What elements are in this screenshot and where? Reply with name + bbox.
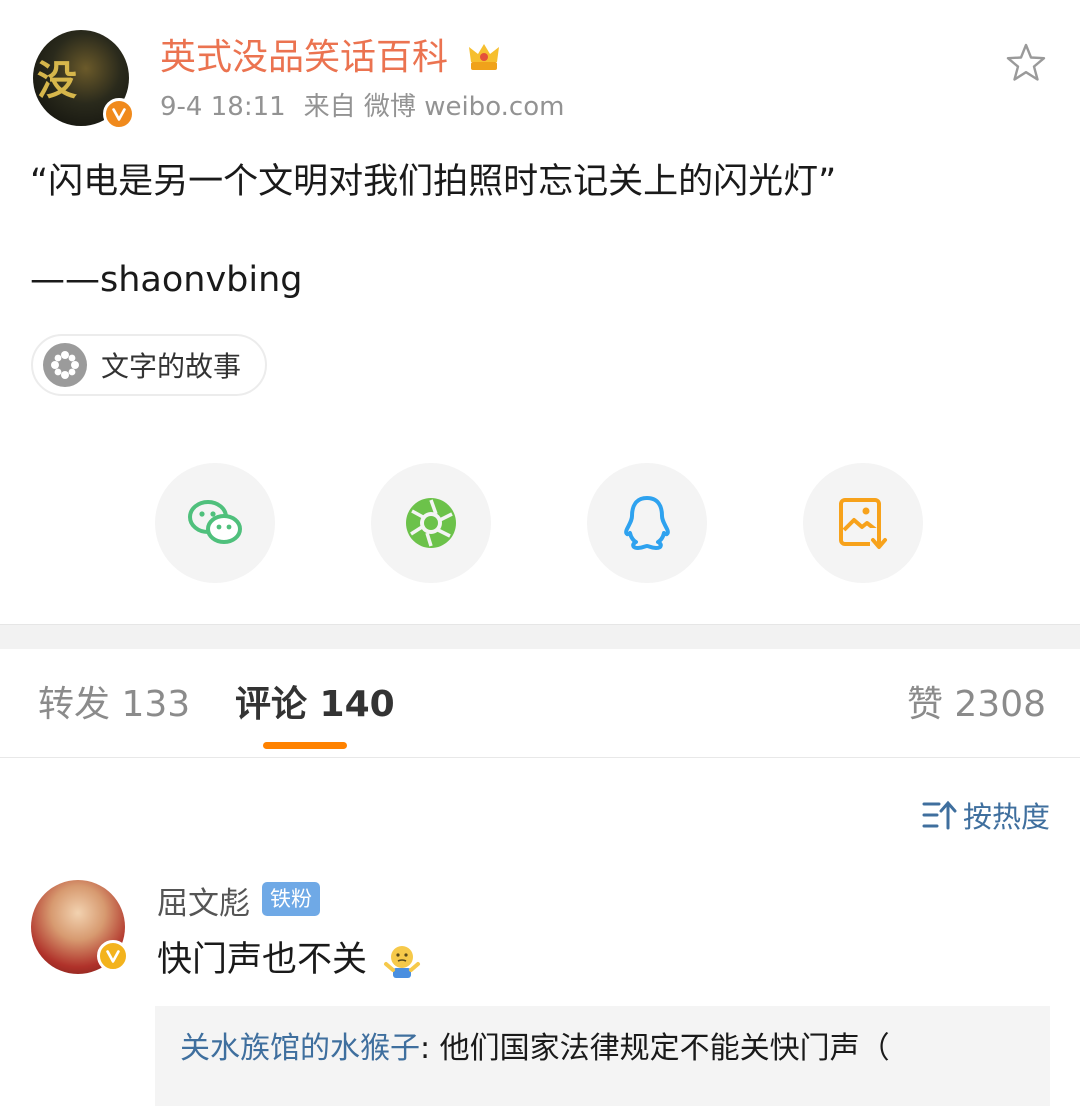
share-qq-button[interactable] — [587, 463, 707, 583]
crown-icon — [469, 44, 499, 70]
tabs-divider — [0, 757, 1080, 758]
tab-repost[interactable]: 转发 133 — [38, 683, 190, 727]
post-timestamp: 9-4 18:11 — [160, 92, 286, 122]
post-text-attribution: ——shaonvbing — [30, 260, 303, 300]
tab-comments[interactable]: 评论 140 — [235, 683, 395, 727]
commenter-name[interactable]: 屈文彪 — [157, 884, 250, 924]
author-avatar[interactable]: 没 — [33, 30, 135, 130]
shrug-emoji-icon — [384, 946, 420, 978]
fan-badge: 铁粉 — [262, 882, 320, 916]
section-divider — [0, 624, 1080, 649]
reply-username[interactable]: 关水族馆的水猴子 — [180, 1031, 420, 1066]
save-image-button[interactable] — [803, 463, 923, 583]
reply-preview: 关水族馆的水猴子: 他们国家法律规定不能关快门声（ — [180, 1029, 890, 1069]
moments-icon — [406, 498, 456, 548]
tab-likes[interactable]: 赞 2308 — [907, 683, 1046, 727]
share-moments-button[interactable] — [371, 463, 491, 583]
author-name[interactable]: 英式没品笑话百科 — [160, 38, 448, 78]
sort-label: 按热度 — [962, 800, 1050, 834]
verified-badge-icon — [97, 940, 129, 972]
sort-by-hot-button[interactable]: 按热度 — [921, 794, 1050, 836]
topic-label: 文字的故事 — [101, 350, 242, 383]
save-image-icon — [839, 498, 888, 550]
reply-text: : 他们国家法律规定不能关快门声（ — [420, 1031, 890, 1066]
post-text-line: “闪电是另一个文明对我们拍照时忘记关上的闪光灯” — [30, 162, 837, 202]
comment-text: 快门声也不关 — [157, 940, 368, 980]
verified-badge-icon — [103, 98, 135, 130]
qq-icon — [624, 496, 670, 550]
post-source: 来自 微博 weibo.com — [303, 92, 565, 122]
commenter-avatar[interactable] — [31, 880, 129, 974]
post-meta: 9-4 18:11 来自 微博 weibo.com — [160, 92, 582, 122]
active-tab-indicator — [263, 742, 347, 749]
favorite-star-icon[interactable] — [1005, 42, 1047, 84]
wechat-icon — [188, 500, 242, 544]
share-wechat-button[interactable] — [155, 463, 275, 583]
avatar-glyph: 没 — [37, 57, 77, 104]
topic-chip[interactable]: 文字的故事 — [31, 334, 268, 396]
sort-icon — [922, 800, 957, 830]
topic-flower-icon — [43, 343, 87, 387]
